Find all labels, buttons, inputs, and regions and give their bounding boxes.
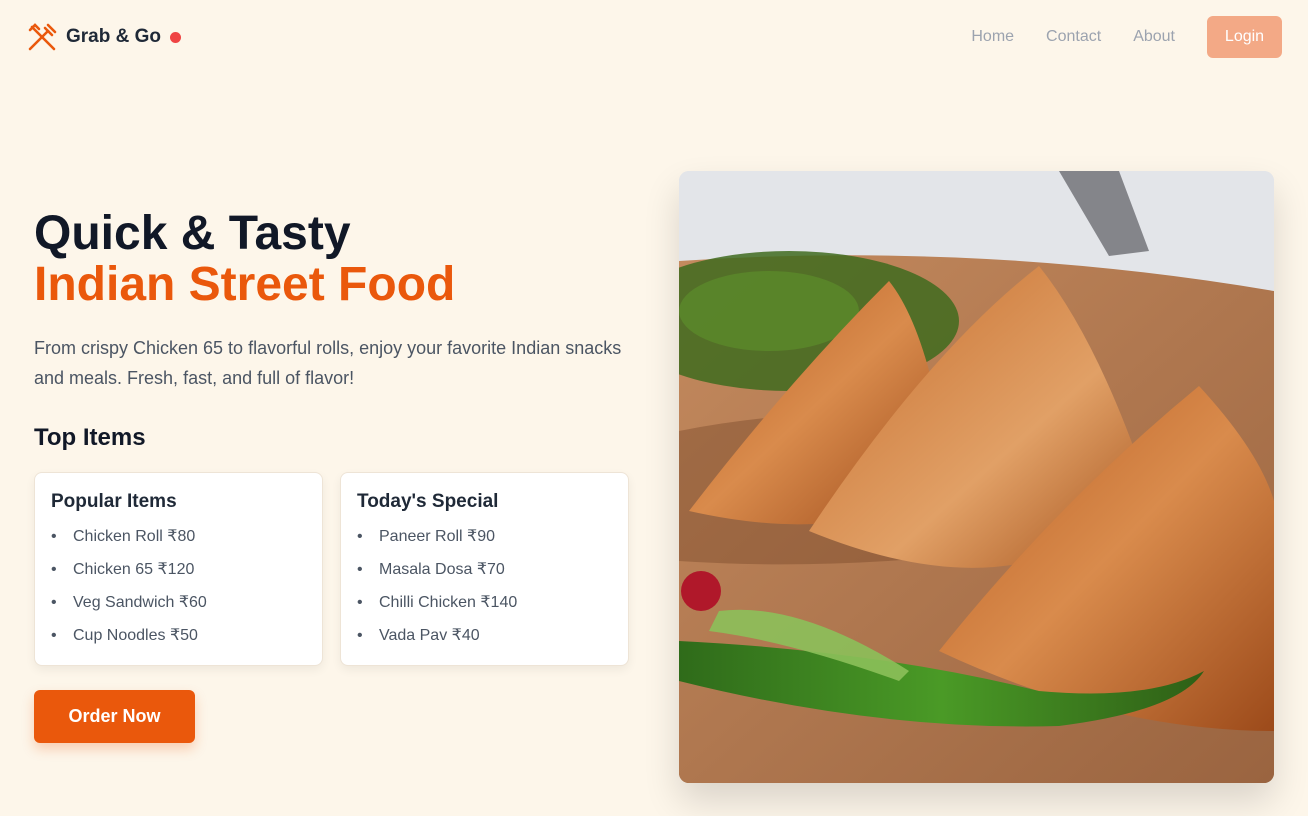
todays-special-card: Today's Special Paneer Roll ₹90 Masala D…: [340, 472, 629, 666]
menu-item: Chicken 65 ₹120: [51, 558, 306, 591]
hero-title-line2: Indian Street Food: [34, 258, 456, 311]
menu-item: Chilli Chicken ₹140: [357, 591, 612, 624]
menu-list: Paneer Roll ₹90 Masala Dosa ₹70 Chilli C…: [357, 525, 612, 657]
samosa-illustration: [679, 171, 1274, 783]
login-button[interactable]: Login: [1207, 16, 1282, 58]
top-navbar: Grab & Go Home Contact About Login: [0, 0, 1308, 75]
hero-food-image: [679, 171, 1274, 783]
brand-name: Grab & Go: [66, 26, 162, 47]
utensils-crossed-icon: [28, 23, 57, 51]
menu-item: Cup Noodles ₹50: [51, 624, 306, 657]
nav-contact-link[interactable]: Contact: [1046, 16, 1101, 58]
nav-links: Home Contact About Login: [971, 16, 1282, 58]
popular-items-card: Popular Items Chicken Roll ₹80 Chicken 6…: [34, 472, 323, 666]
nav-home-link[interactable]: Home: [971, 16, 1014, 58]
brand[interactable]: Grab & Go: [26, 21, 182, 53]
menu-item: Chicken Roll ₹80: [51, 525, 306, 558]
order-now-button[interactable]: Order Now: [34, 690, 195, 743]
menu-item: Masala Dosa ₹70: [357, 558, 612, 591]
hero-description: From crispy Chicken 65 to flavorful roll…: [34, 338, 622, 388]
menu-item: Veg Sandwich ₹60: [51, 591, 306, 624]
menu-list: Chicken Roll ₹80 Chicken 65 ₹120 Veg San…: [51, 525, 306, 657]
hero-title: Quick & Tasty Indian Street Food: [34, 208, 455, 310]
card-title: Today's Special: [357, 491, 499, 512]
menu-item: Paneer Roll ₹90: [357, 525, 612, 558]
hero-title-line1: Quick & Tasty: [34, 207, 351, 260]
card-title: Popular Items: [51, 491, 177, 512]
menu-item: Vada Pav ₹40: [357, 624, 612, 657]
top-items-heading: Top Items: [34, 424, 146, 451]
status-dot: [170, 31, 182, 43]
nav-about-link[interactable]: About: [1133, 16, 1175, 58]
